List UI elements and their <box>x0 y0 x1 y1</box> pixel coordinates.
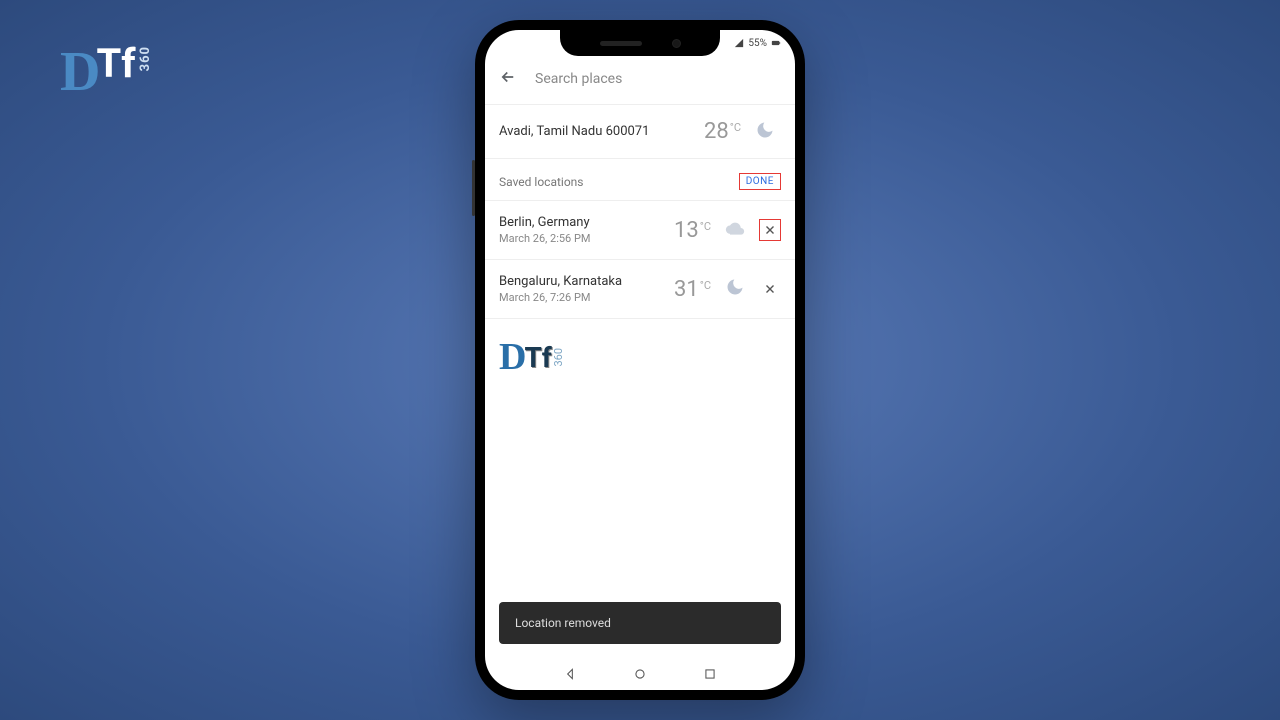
current-location-name: Avadi, Tamil Nadu 600071 <box>499 124 696 139</box>
toast-message: Location removed <box>515 616 611 630</box>
search-row[interactable]: Search places <box>485 56 795 105</box>
saved-location-time: March 26, 7:26 PM <box>499 291 666 304</box>
saved-location-row[interactable]: Bengaluru, Karnataka March 26, 7:26 PM 3… <box>485 260 795 319</box>
toast-snackbar: Location removed <box>499 602 781 644</box>
phone-screen: 55% Search places Avadi, Tamil Nadu 6000… <box>485 30 795 690</box>
signal-icon <box>734 38 744 48</box>
notch-camera <box>672 39 681 48</box>
saved-location-time: March 26, 2:56 PM <box>499 232 666 245</box>
phone-notch <box>560 30 720 56</box>
logo-letter-d: D <box>499 335 526 379</box>
nav-home-icon[interactable] <box>633 666 647 685</box>
saved-locations-title: Saved locations <box>499 175 584 189</box>
android-navbar <box>485 660 795 690</box>
search-input[interactable]: Search places <box>535 71 622 87</box>
logo-number: 360 <box>138 46 153 71</box>
remove-location-button[interactable] <box>759 219 781 241</box>
phone-side-button <box>472 160 475 216</box>
current-location-row[interactable]: Avadi, Tamil Nadu 600071 28 °C <box>485 105 795 159</box>
battery-percent: 55% <box>748 38 767 49</box>
cloud-icon <box>725 218 745 242</box>
logo-letter-d: D <box>60 40 100 104</box>
saved-location-name: Berlin, Germany <box>499 215 666 230</box>
saved-location-row[interactable]: Berlin, Germany March 26, 2:56 PM 13 °C <box>485 201 795 260</box>
back-arrow-icon[interactable] <box>499 68 517 90</box>
close-icon <box>763 282 777 296</box>
logo-letter-t: Tf <box>524 341 551 374</box>
brand-logo-corner: D Tf 360 <box>60 40 153 104</box>
done-button[interactable]: DONE <box>739 173 781 190</box>
moon-icon <box>755 120 775 144</box>
logo-number: 360 <box>552 348 565 367</box>
saved-locations-header: Saved locations DONE <box>485 159 795 201</box>
close-icon <box>763 223 777 237</box>
moon-icon <box>725 277 745 301</box>
saved-location-name: Bengaluru, Karnataka <box>499 274 666 289</box>
battery-icon <box>771 38 781 48</box>
brand-logo-inline: D Tf 360 <box>485 319 795 395</box>
notch-speaker <box>600 41 642 46</box>
phone-frame: 55% Search places Avadi, Tamil Nadu 6000… <box>475 20 805 700</box>
remove-location-button[interactable] <box>759 278 781 300</box>
nav-recent-icon[interactable] <box>703 666 717 685</box>
saved-temp: 13 °C <box>674 218 711 243</box>
nav-back-icon[interactable] <box>563 666 577 685</box>
saved-temp: 31 °C <box>674 277 711 302</box>
current-temp: 28 °C <box>704 119 741 144</box>
logo-letter-t: Tf <box>96 40 135 87</box>
